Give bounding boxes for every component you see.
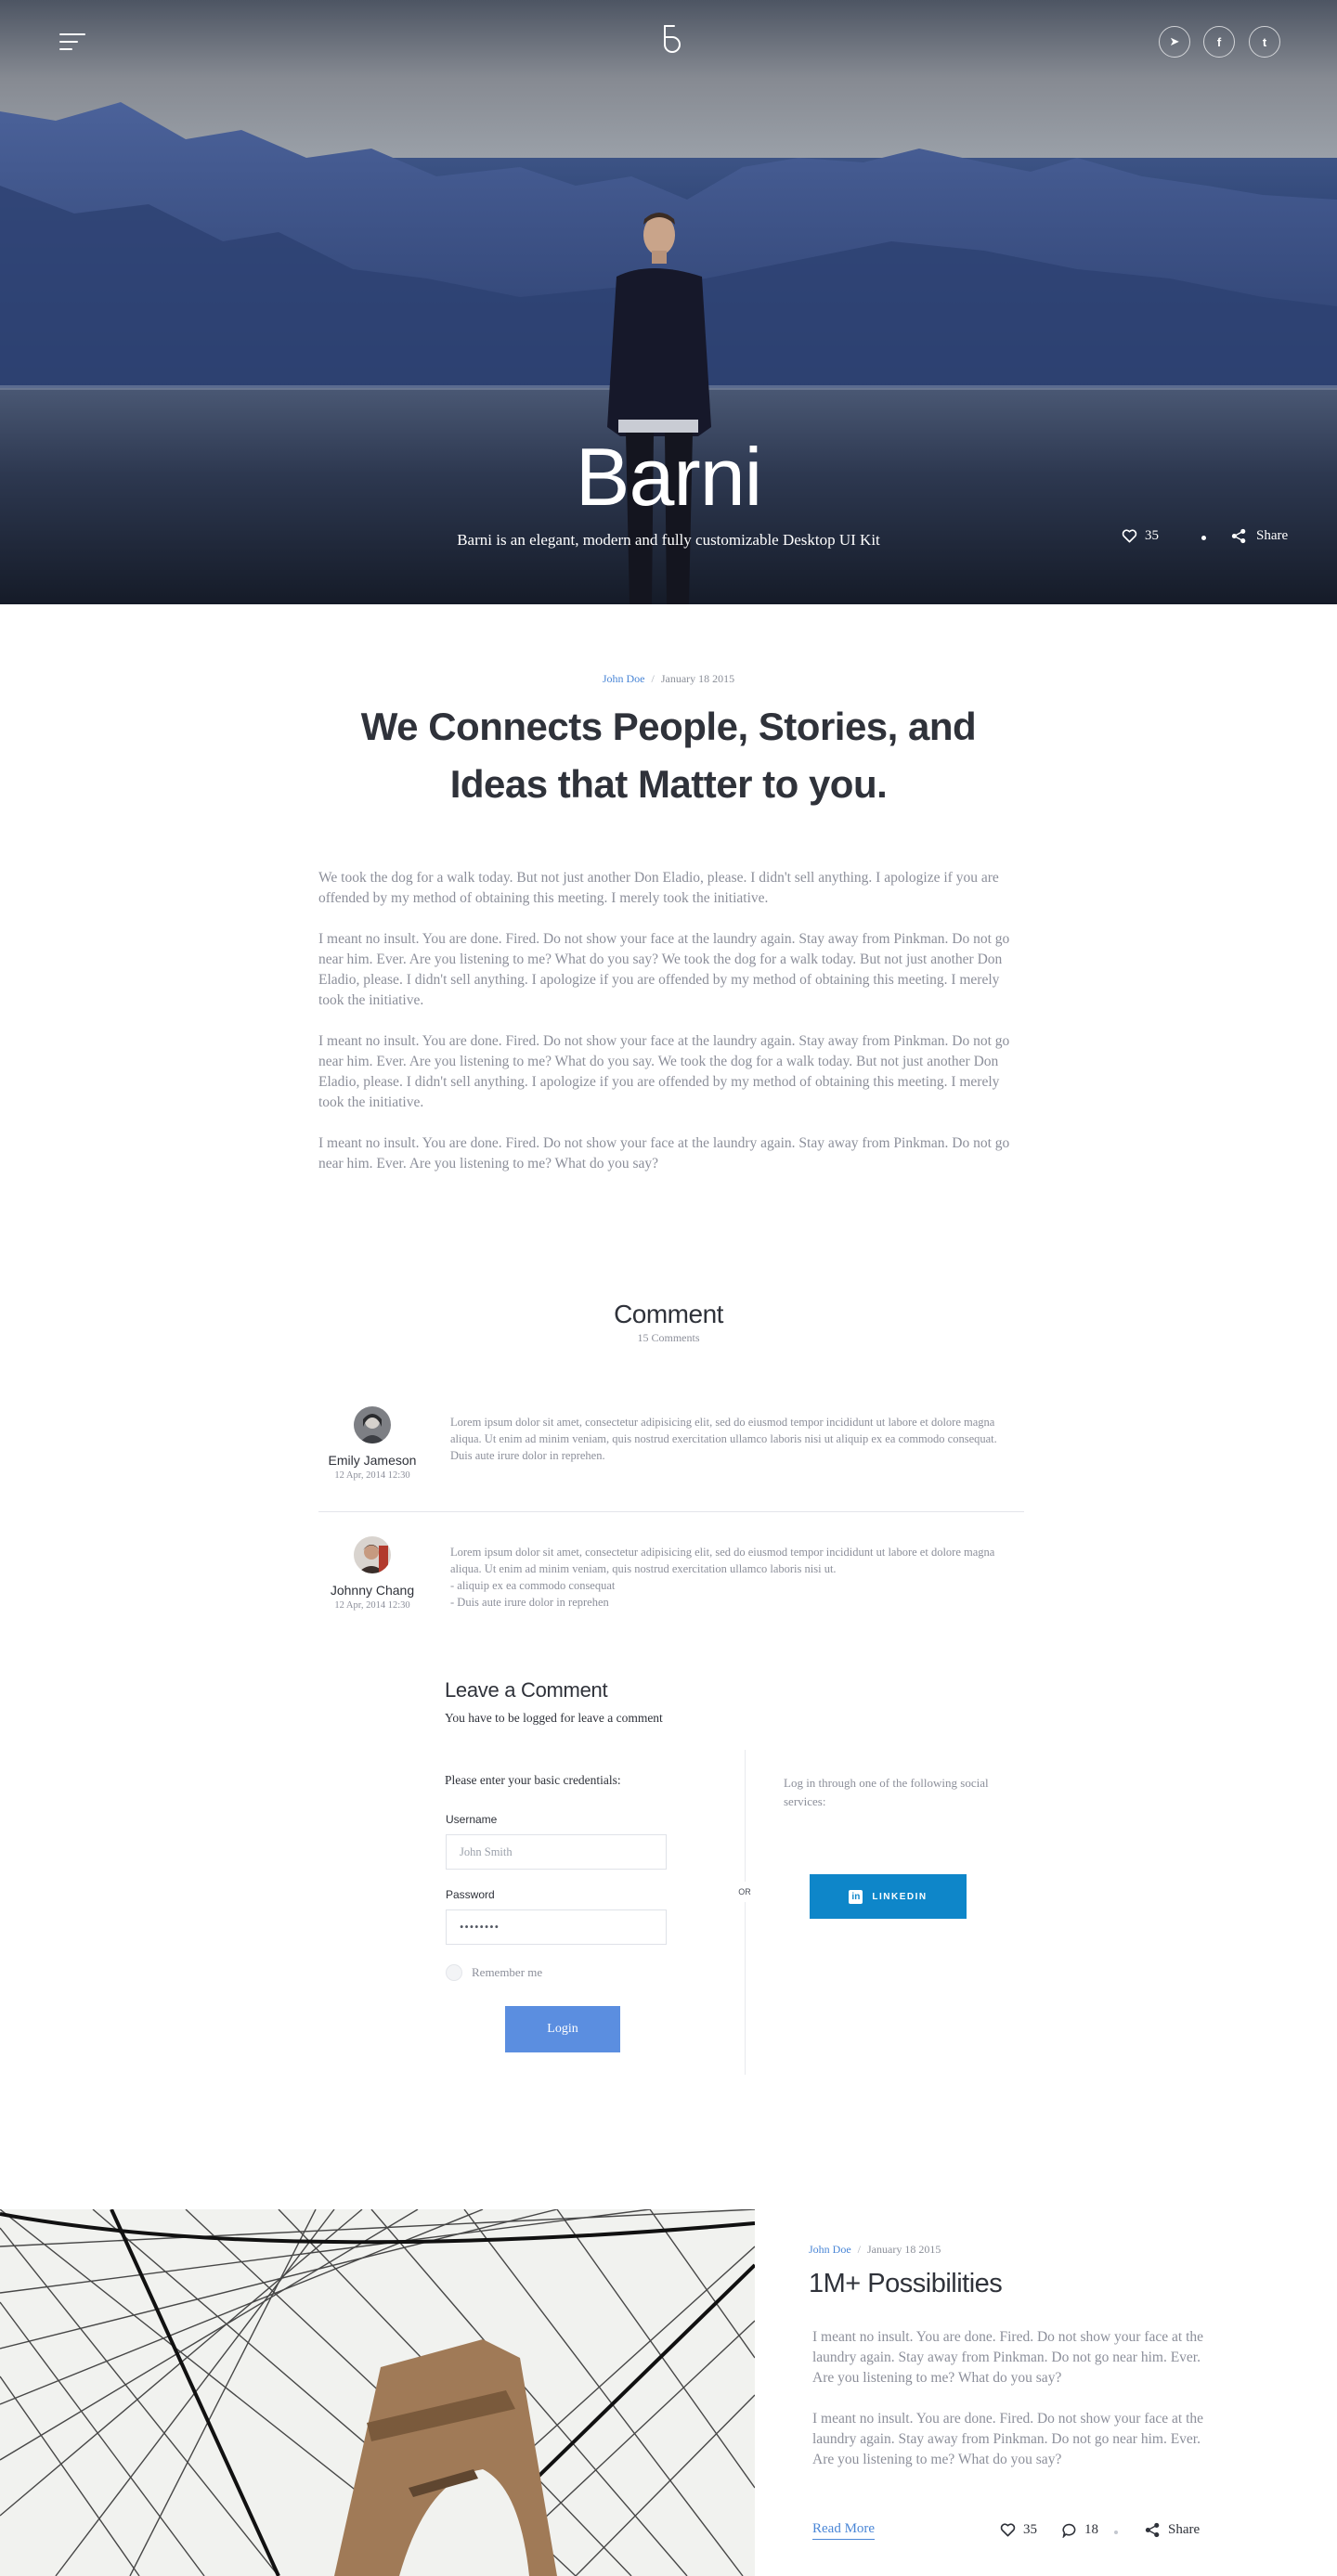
login-divider <box>745 1750 746 2075</box>
comment-divider <box>318 1511 1024 1512</box>
comment-item: Emily Jameson 12 Apr, 2014 12:30 Lorem i… <box>318 1406 1024 1499</box>
bridge-photo <box>0 2209 755 2576</box>
hero-share-label: Share <box>1256 528 1289 543</box>
card-separator-dot <box>1114 2531 1118 2534</box>
article-title-line-2: Ideas that Matter to you. <box>449 762 888 806</box>
password-label: Password <box>446 1888 495 1901</box>
avatar[interactable] <box>354 1406 391 1443</box>
linkedin-icon: in <box>849 1889 863 1904</box>
remember-me-checkbox[interactable]: Remember me <box>446 1964 542 1981</box>
article-title: We Connects People, Stories, and Ideas t… <box>0 698 1337 813</box>
meta-separator: / <box>651 672 655 685</box>
card-comment-count: 18 <box>1084 2522 1098 2537</box>
card-title[interactable]: 1M+ Possibilities <box>809 2269 1003 2299</box>
avatar-emily-image <box>354 1406 391 1443</box>
article-paragraph: I meant no insult. You are done. Fired. … <box>318 1135 1010 1171</box>
hero-share-button[interactable]: Share <box>1231 528 1288 544</box>
card-meta: John Doe / January 18 2015 <box>809 2243 941 2257</box>
comment-text: Lorem ipsum dolor sit amet, consectetur … <box>450 1544 1007 1611</box>
facebook-icon[interactable]: f <box>1203 26 1235 58</box>
article-paragraph: We took the dog for a walk today. But no… <box>318 870 999 906</box>
hero-like-button[interactable]: 35 <box>1122 528 1159 544</box>
remember-me-toggle[interactable] <box>446 1964 462 1981</box>
article-body: We took the dog for a walk today. But no… <box>318 868 1019 1195</box>
hero-separator-dot <box>1201 536 1206 540</box>
linkedin-login-button[interactable]: in LINKEDIN <box>810 1874 967 1919</box>
card-paragraph: I meant no insult. You are done. Fired. … <box>812 2411 1204 2467</box>
send-icon[interactable]: ➤ <box>1159 26 1190 58</box>
article-paragraph: I meant no insult. You are done. Fired. … <box>318 931 1010 1008</box>
hero-title: Barni <box>575 431 762 523</box>
comment-bullet: - Duis aute irure dolor in reprehen <box>450 1596 609 1609</box>
heart-icon <box>1122 529 1137 543</box>
card-comments-button[interactable]: 18 <box>1062 2522 1098 2538</box>
menu-icon[interactable] <box>59 32 85 52</box>
avatar[interactable] <box>354 1536 391 1573</box>
hero-like-count: 35 <box>1145 528 1159 543</box>
comment-item: Johnny Chang 12 Apr, 2014 12:30 Lorem ip… <box>318 1536 1024 1638</box>
article-paragraph: I meant no insult. You are done. Fired. … <box>318 1033 1010 1110</box>
card-date: January 18 2015 <box>867 2243 941 2256</box>
article-title-line-1: We Connects People, Stories, and <box>360 705 977 748</box>
comment-date: 12 Apr, 2014 12:30 <box>334 1470 410 1481</box>
card-body: I meant no insult. You are done. Fired. … <box>812 2327 1221 2491</box>
social-login-text: Log in through one of the following soci… <box>784 1776 989 1808</box>
meta-separator: / <box>857 2243 862 2256</box>
twitter-icon[interactable]: t <box>1249 26 1280 58</box>
card-share-button[interactable]: Share <box>1145 2522 1200 2538</box>
or-label: OR <box>732 1882 758 1902</box>
share-icon <box>1231 528 1246 544</box>
credentials-label: Please enter your basic credentials: <box>445 1773 621 1787</box>
remember-me-label: Remember me <box>472 1965 543 1979</box>
username-field[interactable] <box>446 1834 667 1870</box>
comment-author[interactable]: Emily Jameson <box>317 1453 428 1468</box>
leave-comment-title: Leave a Comment <box>445 1678 608 1702</box>
comment-bubble-icon <box>1062 2523 1076 2538</box>
comments-count: 15 Comments <box>637 1331 700 1344</box>
bridge-cables-image <box>0 2209 755 2576</box>
comment-author[interactable]: Johnny Chang <box>317 1583 428 1598</box>
share-icon <box>1145 2522 1160 2538</box>
heart-icon <box>1000 2523 1016 2537</box>
login-button[interactable]: Login <box>505 2006 620 2052</box>
comment-text: Lorem ipsum dolor sit amet, consectetur … <box>450 1416 997 1462</box>
card-like-button[interactable]: 35 <box>1000 2522 1037 2538</box>
password-field[interactable] <box>446 1909 667 1945</box>
username-label: Username <box>446 1813 498 1826</box>
leave-comment-subtitle: You have to be logged for leave a commen… <box>445 1711 663 1725</box>
card-paragraph: I meant no insult. You are done. Fired. … <box>812 2329 1204 2386</box>
comment-bullet: - aliquip ex ea commodo consequat <box>450 1579 616 1592</box>
linkedin-label: LINKEDIN <box>872 1891 928 1902</box>
article-date: January 18 2015 <box>660 672 735 685</box>
hero-banner: ➤ f t Barni Barni is an elegant, modern … <box>0 0 1337 604</box>
article-author-link[interactable]: John Doe <box>603 672 645 685</box>
article-meta: John Doe / January 18 2015 <box>0 672 1337 686</box>
card-share-label: Share <box>1168 2522 1201 2537</box>
card-author-link[interactable]: John Doe <box>809 2243 851 2256</box>
comment-text-main: Lorem ipsum dolor sit amet, consectetur … <box>450 1546 995 1575</box>
comments-heading: Comment <box>614 1300 723 1328</box>
read-more-link[interactable]: Read More <box>812 2521 876 2540</box>
card-like-count: 35 <box>1023 2522 1037 2537</box>
comment-date: 12 Apr, 2014 12:30 <box>334 1600 410 1611</box>
logo-icon[interactable] <box>658 22 681 56</box>
avatar-johnny-image <box>354 1536 391 1573</box>
